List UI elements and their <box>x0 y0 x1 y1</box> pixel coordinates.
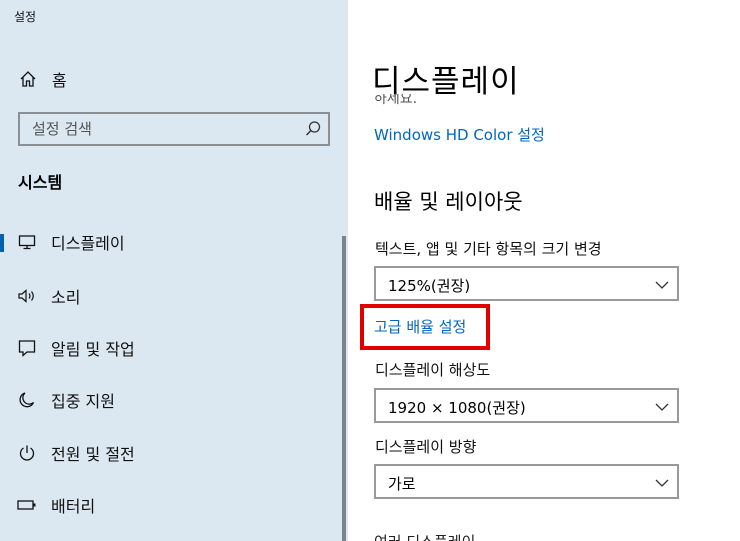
chevron-down-icon <box>655 277 669 291</box>
sidebar-item-label: 전원 및 절전 <box>51 445 135 464</box>
sidebar-item-label: 디스플레이 <box>51 234 125 253</box>
orientation-dropdown[interactable]: 가로 <box>374 464 679 499</box>
clipped-text: 하세요. <box>374 94 417 110</box>
hd-color-settings-link[interactable]: Windows HD Color 설정 <box>374 124 545 145</box>
search-input[interactable] <box>20 114 300 144</box>
chevron-down-icon <box>655 399 669 413</box>
battery-icon <box>16 494 38 516</box>
sidebar-item-notifications[interactable]: 알림 및 작업 <box>0 328 340 368</box>
highlight-box <box>360 304 490 350</box>
clipped-bottom-heading: 여러 디스플레이 <box>374 531 574 541</box>
text-size-label: 텍스트, 앱 및 기타 항목의 크기 변경 <box>375 240 602 258</box>
home-label: 홈 <box>52 71 67 90</box>
notification-icon <box>16 337 38 359</box>
sidebar-scrollbar[interactable] <box>342 236 346 541</box>
section-title: 시스템 <box>18 173 63 192</box>
home-nav-item[interactable]: 홈 <box>18 66 67 92</box>
power-icon <box>16 442 38 464</box>
sidebar-item-label: 배터리 <box>51 497 96 516</box>
sidebar-item-label: 알림 및 작업 <box>51 340 135 359</box>
monitor-icon <box>16 231 38 253</box>
resolution-label: 디스플레이 해상도 <box>375 361 491 379</box>
sidebar-item-focus-assist[interactable]: 집중 지원 <box>0 380 340 420</box>
orientation-value: 가로 <box>388 475 416 493</box>
chevron-down-icon <box>655 475 669 489</box>
scale-dropdown[interactable]: 125%(권장) <box>374 266 679 301</box>
sidebar-item-label: 소리 <box>51 288 81 307</box>
active-indicator <box>0 234 4 252</box>
home-icon <box>18 69 38 89</box>
scale-layout-heading: 배율 및 레이아웃 <box>374 190 523 214</box>
sidebar: 설정 홈 시스템 디스플레이 소리 알림 및 작업 <box>0 0 348 541</box>
clipped-text-content: 하세요. <box>374 94 418 107</box>
main-content: 디스플레이 하세요. Windows HD Color 설정 배율 및 레이아웃… <box>348 0 740 541</box>
scale-value: 125%(권장) <box>388 277 471 295</box>
moon-icon <box>16 389 38 411</box>
sidebar-item-sound[interactable]: 소리 <box>0 276 340 316</box>
sidebar-item-display[interactable]: 디스플레이 <box>0 222 340 262</box>
orientation-label: 디스플레이 방향 <box>375 438 477 456</box>
resolution-value: 1920 × 1080(권장) <box>388 399 526 417</box>
speaker-icon <box>16 285 38 307</box>
app-title: 설정 <box>14 10 37 24</box>
sidebar-item-battery[interactable]: 배터리 <box>0 485 340 525</box>
resolution-dropdown[interactable]: 1920 × 1080(권장) <box>374 388 679 423</box>
search-box[interactable] <box>18 112 330 146</box>
sidebar-item-label: 집중 지원 <box>51 392 115 411</box>
sidebar-item-power-sleep[interactable]: 전원 및 절전 <box>0 433 340 473</box>
search-icon[interactable] <box>304 120 322 138</box>
